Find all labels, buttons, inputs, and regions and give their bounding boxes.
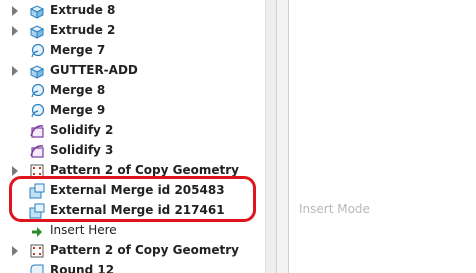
tree-item-label: External Merge id 205483 xyxy=(50,183,225,197)
tree-item-external-merge-217461[interactable]: External Merge id 217461 xyxy=(0,201,265,221)
insert-mode-label: Insert Mode xyxy=(299,202,370,216)
extrude-icon xyxy=(29,5,45,19)
solidify-icon xyxy=(30,145,44,158)
tree-item-label: Round 12 xyxy=(50,263,115,273)
expand-arrow-icon[interactable] xyxy=(12,26,18,36)
insert-arrow-icon xyxy=(32,227,42,237)
tree-item-label: Merge 9 xyxy=(50,103,106,117)
extrude-icon xyxy=(29,25,45,39)
tree-item-label: Solidify 3 xyxy=(50,143,114,157)
expand-arrow-icon[interactable] xyxy=(12,6,18,16)
tree-item-label: Pattern 2 of Copy Geometry xyxy=(50,163,239,177)
tree-item-external-merge-205483[interactable]: External Merge id 205483 xyxy=(0,181,265,201)
tree-item-merge-7[interactable]: Merge 7 xyxy=(0,41,265,61)
tree-item-merge-8[interactable]: Merge 8 xyxy=(0,81,265,101)
tree-item-label: Insert Here xyxy=(50,223,117,237)
extrude-icon xyxy=(29,65,45,79)
tree-item-pattern-2-of-copy-geometry[interactable]: Pattern 2 of Copy Geometry xyxy=(0,161,265,181)
tree-item-solidify-2[interactable]: Solidify 2 xyxy=(0,121,265,141)
tree-item-label: Extrude 2 xyxy=(50,23,116,37)
tree-item-round-12[interactable]: Round 12 xyxy=(0,261,265,273)
pane-splitter[interactable] xyxy=(276,0,289,273)
tree-item-label: Pattern 2 of Copy Geometry xyxy=(50,243,239,257)
tree-item-gutter-add[interactable]: GUTTER-ADD xyxy=(0,61,265,81)
tree-item-label: Solidify 2 xyxy=(50,123,114,137)
pattern-icon xyxy=(30,164,44,178)
tree-item-extrude-8[interactable]: Extrude 8 xyxy=(0,1,265,21)
tree-item-label: GUTTER-ADD xyxy=(50,63,138,77)
external-merge-icon xyxy=(29,183,45,199)
tree-item-label: External Merge id 217461 xyxy=(50,203,225,217)
tree-item-label: Merge 7 xyxy=(50,43,106,57)
tree-item-label: Merge 8 xyxy=(50,83,106,97)
solidify-icon xyxy=(30,125,44,138)
merge-icon xyxy=(31,83,45,98)
expand-arrow-icon[interactable] xyxy=(12,166,18,176)
tree-item-merge-9[interactable]: Merge 9 xyxy=(0,101,265,121)
tree-item-pattern-2-of-copy-geometry-2[interactable]: Pattern 2 of Copy Geometry xyxy=(0,241,265,261)
tree-item-solidify-3[interactable]: Solidify 3 xyxy=(0,141,265,161)
merge-icon xyxy=(31,103,45,118)
pattern-icon xyxy=(30,244,44,258)
tree-item-label: Extrude 8 xyxy=(50,3,116,17)
expand-arrow-icon[interactable] xyxy=(12,246,18,256)
expand-arrow-icon[interactable] xyxy=(12,66,18,76)
graphics-area[interactable]: Insert Mode xyxy=(289,0,476,273)
model-tree: Extrude 8 Extrude 2 Merge 7 GUTTER-ADD M… xyxy=(0,0,265,273)
tree-item-extrude-2[interactable]: Extrude 2 xyxy=(0,21,265,41)
external-merge-icon xyxy=(29,203,45,219)
tree-item-insert-here[interactable]: Insert Here xyxy=(0,221,265,241)
round-icon xyxy=(30,264,44,273)
merge-icon xyxy=(31,43,45,58)
